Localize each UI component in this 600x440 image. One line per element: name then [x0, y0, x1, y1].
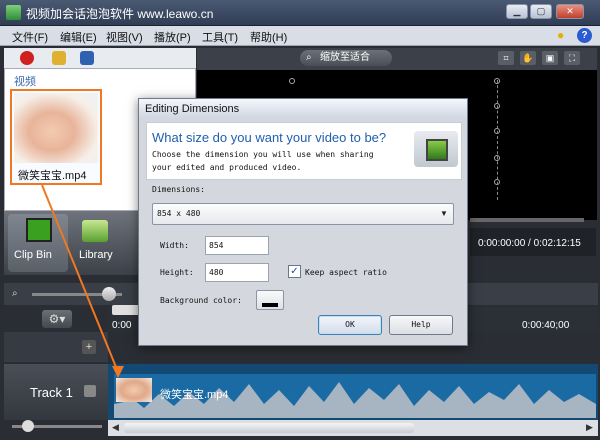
- minimize-button[interactable]: ▁: [506, 4, 528, 19]
- background-color-label: Background color:: [160, 296, 242, 305]
- menu-tools[interactable]: 工具(T): [202, 29, 238, 45]
- lock-icon[interactable]: [84, 385, 96, 397]
- menu-view[interactable]: 视图(V): [106, 29, 143, 45]
- tip-bulb-icon[interactable]: ●: [557, 28, 570, 43]
- height-label: Height:: [160, 268, 194, 277]
- ruler-tick-label: 0:00:40;00: [522, 320, 570, 331]
- width-label: Width:: [160, 241, 189, 250]
- library-icon[interactable]: [82, 220, 108, 242]
- video-section-label: 视频: [14, 76, 36, 88]
- dialog-description: Choose the dimension you will use when s…: [152, 150, 374, 159]
- record-icon[interactable]: [20, 51, 34, 65]
- dimensions-select[interactable]: 854 x 480: [152, 203, 454, 225]
- menu-file[interactable]: 文件(F): [12, 29, 48, 45]
- import-folder-icon[interactable]: [52, 51, 66, 65]
- volume-knob[interactable]: [22, 420, 34, 432]
- search-icon: ⌕: [306, 52, 312, 63]
- height-input[interactable]: 480: [205, 263, 269, 282]
- canvas-handle[interactable]: [289, 78, 295, 84]
- playhead[interactable]: [112, 305, 140, 315]
- produce-icon[interactable]: [80, 51, 94, 65]
- dimensions-label: Dimensions:: [152, 185, 205, 194]
- maximize-button[interactable]: ▢: [530, 4, 552, 19]
- close-button[interactable]: ✕: [556, 4, 584, 19]
- ok-button[interactable]: OK: [318, 315, 382, 335]
- film-icon: [26, 218, 52, 242]
- clip-toolbar: [4, 48, 196, 68]
- keep-aspect-label[interactable]: Keep aspect ratio: [305, 268, 387, 277]
- fit-icon[interactable]: ▣: [542, 51, 558, 65]
- app-icon: [6, 5, 21, 20]
- fullscreen-icon[interactable]: ⛶: [564, 51, 580, 65]
- timeline-zoom-icon: ⌕: [12, 288, 18, 299]
- chevron-down-icon[interactable]: ▼: [440, 209, 448, 218]
- timeline-clip-name: 微笑宝宝.mp4: [160, 389, 229, 401]
- tab-library-label[interactable]: Library: [79, 249, 113, 261]
- timeline-zoom-knob[interactable]: [102, 287, 116, 301]
- preview-toolbar: [197, 48, 597, 70]
- help-button[interactable]: Help: [389, 315, 453, 335]
- add-track-button[interactable]: +: [82, 340, 96, 354]
- tab-clip-bin-label: Clip Bin: [14, 249, 52, 261]
- timeline-clip-thumbnail: [116, 378, 152, 402]
- zoom-dropdown[interactable]: 缩放至适合: [300, 50, 392, 66]
- menu-bar: 文件(F) 编辑(E) 视图(V) 播放(P) 工具(T) 帮助(H): [0, 26, 600, 46]
- gear-icon[interactable]: ⚙▾: [42, 310, 72, 328]
- clip-thumbnail-image: [14, 93, 98, 163]
- dialog-title: Editing Dimensions: [145, 103, 240, 115]
- help-icon[interactable]: ?: [577, 28, 592, 43]
- menu-help[interactable]: 帮助(H): [250, 29, 287, 45]
- ruler-tick-label: 0:00: [112, 320, 132, 331]
- timeline-scroll-thumb[interactable]: [124, 423, 414, 433]
- window-title: 视频加会话泡泡软件 www.leawo.cn: [26, 7, 214, 21]
- color-swatch: [262, 303, 278, 307]
- scroll-right-icon[interactable]: ▶: [586, 422, 593, 433]
- dialog-description: your edited and produced video.: [152, 163, 302, 172]
- seek-bar[interactable]: [470, 218, 584, 222]
- time-display: 0:00:00:00 / 0:02:12:15: [478, 238, 581, 249]
- canvas-guide: [497, 80, 498, 200]
- width-input[interactable]: 854: [205, 236, 269, 255]
- track-label: Track 1: [30, 385, 73, 400]
- dialog-question: What size do you want your video to be?: [152, 130, 387, 145]
- background-color-button[interactable]: [256, 290, 284, 310]
- menu-edit[interactable]: 编辑(E): [60, 29, 97, 45]
- title-bar: 视频加会话泡泡软件 www.leawo.cn ▁ ▢ ✕: [0, 0, 600, 26]
- clip-name: 微笑宝宝.mp4: [18, 170, 87, 182]
- menu-play[interactable]: 播放(P): [154, 29, 191, 45]
- dimensions-icon-inner: [426, 139, 448, 161]
- pan-hand-icon[interactable]: ✋: [520, 51, 536, 65]
- crop-icon[interactable]: ⌗: [498, 51, 514, 65]
- scroll-left-icon[interactable]: ◀: [112, 422, 119, 433]
- keep-aspect-checkbox[interactable]: ✓: [288, 265, 301, 278]
